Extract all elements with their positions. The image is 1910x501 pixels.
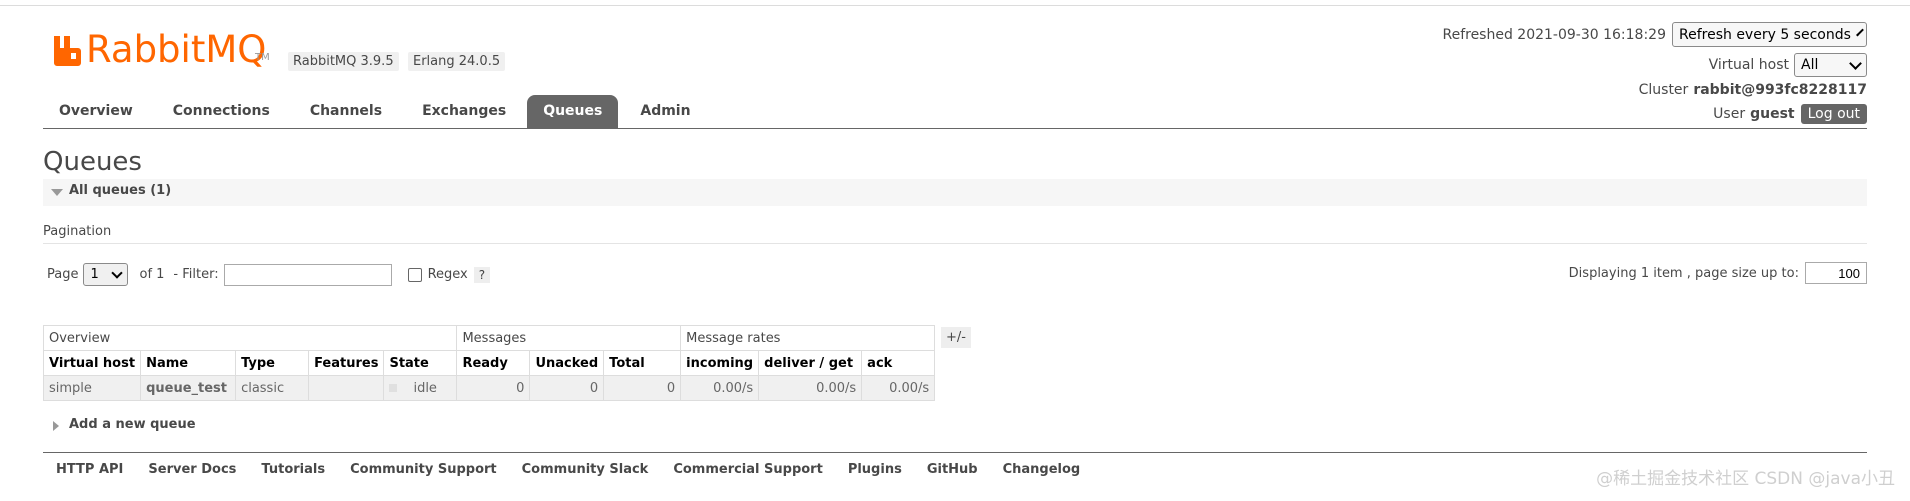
logo-trademark: TM	[255, 52, 270, 63]
logo-text: RabbitMQ	[86, 28, 267, 71]
footer-link-github[interactable]: GitHub	[927, 462, 978, 477]
page-size-controls: Displaying 1 item , page size up to:	[1569, 262, 1867, 284]
refreshed-timestamp: Refreshed 2021-09-30 16:18:29	[1442, 26, 1666, 43]
cell-state: idle	[383, 375, 458, 401]
pagination-label: Pagination	[43, 224, 112, 239]
col-unacked[interactable]: Unacked	[529, 350, 605, 376]
page-select-value: 1	[90, 267, 99, 282]
refresh-row: Refreshed 2021-09-30 16:18:29 Refresh ev…	[1442, 22, 1867, 47]
cell-features	[308, 375, 385, 401]
collapse-triangle-icon	[51, 189, 63, 196]
cluster-label: Cluster	[1638, 82, 1689, 98]
cell-vhost: simple	[42, 375, 142, 401]
table-column-header: Virtual host Name Type Features State Re…	[42, 350, 936, 376]
column-toggle-button[interactable]: +/-	[941, 327, 971, 348]
footer-link-http-api[interactable]: HTTP API	[56, 462, 123, 477]
cluster-row: Cluster rabbit@993fc8228117	[1639, 82, 1867, 98]
col-name[interactable]: Name	[140, 350, 237, 376]
state-text: idle	[413, 380, 437, 396]
add-queue-label: Add a new queue	[69, 417, 196, 432]
displaying-label: Displaying 1 item , page size up to:	[1568, 265, 1799, 281]
rabbitmq-version-badge: RabbitMQ 3.9.5	[288, 52, 399, 71]
vhost-row: Virtual host All	[1709, 53, 1867, 77]
top-border	[0, 5, 1910, 6]
cell-total: 0	[603, 375, 682, 401]
page-title: Queues	[43, 147, 142, 177]
watermark-text: @稀土掘金技术社区 CSDN @java小丑	[1596, 469, 1895, 489]
col-deliver-get[interactable]: deliver / get	[758, 350, 863, 376]
col-state[interactable]: State	[383, 350, 458, 376]
footer-link-community-slack[interactable]: Community Slack	[522, 462, 649, 477]
nav-divider	[43, 128, 1867, 129]
footer-link-tutorials[interactable]: Tutorials	[261, 462, 325, 477]
erlang-version-badge: Erlang 24.0.5	[408, 52, 506, 71]
vhost-select[interactable]: All	[1794, 53, 1867, 77]
col-ready[interactable]: Ready	[456, 350, 531, 376]
page-count: of 1	[139, 267, 165, 282]
cell-type: classic	[235, 375, 310, 401]
page-label: Page	[47, 267, 79, 282]
expand-triangle-icon	[53, 421, 59, 431]
pagination-controls: Page 1 of 1 - Filter: Regex ?	[47, 263, 491, 286]
rabbit-logo-icon	[54, 36, 81, 66]
col-type[interactable]: Type	[235, 350, 310, 376]
cell-deliver-get: 0.00/s	[758, 375, 863, 401]
add-queue-section-toggle[interactable]: Add a new queue	[43, 417, 196, 432]
regex-checkbox[interactable]	[407, 267, 422, 282]
footer-link-changelog[interactable]: Changelog	[1003, 462, 1081, 477]
user-row: User guest Log out	[1713, 104, 1867, 124]
vhost-label: Virtual host	[1708, 57, 1789, 73]
user-label: User	[1713, 106, 1746, 122]
all-queues-label: All queues (1)	[69, 183, 172, 198]
filter-input[interactable]	[223, 263, 392, 286]
cell-unacked: 0	[529, 375, 605, 401]
page-size-input[interactable]	[1805, 262, 1867, 284]
col-ack[interactable]: ack	[861, 350, 936, 376]
chevron-down-icon	[1849, 56, 1862, 70]
tab-exchanges[interactable]: Exchanges	[406, 95, 522, 128]
user-name: guest	[1750, 106, 1795, 122]
group-overview: Overview	[42, 325, 458, 351]
cell-incoming: 0.00/s	[680, 375, 760, 401]
vhost-value: All	[1801, 57, 1819, 73]
refresh-interval-value: Refresh every 5 seconds	[1679, 26, 1851, 43]
pagination-divider	[43, 243, 1867, 244]
col-virtual-host[interactable]: Virtual host	[42, 350, 142, 376]
group-messages: Messages	[456, 325, 682, 351]
footer-link-plugins[interactable]: Plugins	[848, 462, 902, 477]
cell-ready: 0	[456, 375, 531, 401]
col-features[interactable]: Features	[308, 350, 385, 376]
tab-queues[interactable]: Queues	[527, 95, 619, 128]
tab-channels[interactable]: Channels	[294, 95, 398, 128]
refresh-interval-select[interactable]: Refresh every 5 seconds	[1672, 22, 1867, 47]
table-group-header: Overview Messages Message rates	[42, 325, 936, 351]
filter-label: - Filter:	[173, 267, 219, 282]
queues-table: Overview Messages Message rates Virtual …	[42, 325, 936, 401]
all-queues-section-toggle[interactable]: All queues (1)	[43, 179, 1867, 206]
tab-connections[interactable]: Connections	[157, 95, 286, 128]
footer-link-community-support[interactable]: Community Support	[350, 462, 497, 477]
cluster-name: rabbit@993fc8228117	[1693, 82, 1867, 98]
cell-ack: 0.00/s	[861, 375, 936, 401]
group-message-rates: Message rates	[680, 325, 936, 351]
chevron-down-icon	[1856, 28, 1864, 37]
logout-button[interactable]: Log out	[1800, 104, 1867, 124]
table-row[interactable]: simple queue_test classic idle 0 0 0 0.0…	[42, 375, 936, 401]
tab-overview[interactable]: Overview	[43, 95, 149, 128]
chevron-down-icon	[111, 266, 124, 279]
footer-link-server-docs[interactable]: Server Docs	[148, 462, 236, 477]
col-incoming[interactable]: incoming	[680, 350, 760, 376]
main-nav: Overview Connections Channels Exchanges …	[43, 95, 707, 128]
regex-help-button[interactable]: ?	[473, 266, 491, 283]
regex-label: Regex	[427, 267, 468, 282]
tab-admin[interactable]: Admin	[624, 95, 706, 128]
page-select[interactable]: 1	[83, 263, 129, 286]
footer-links: HTTP API Server Docs Tutorials Community…	[56, 462, 1105, 477]
col-total[interactable]: Total	[603, 350, 682, 376]
footer-divider	[43, 452, 1867, 453]
footer-link-commercial-support[interactable]: Commercial Support	[673, 462, 823, 477]
state-indicator-icon	[389, 384, 398, 392]
queue-name-link[interactable]: queue_test	[140, 375, 237, 401]
